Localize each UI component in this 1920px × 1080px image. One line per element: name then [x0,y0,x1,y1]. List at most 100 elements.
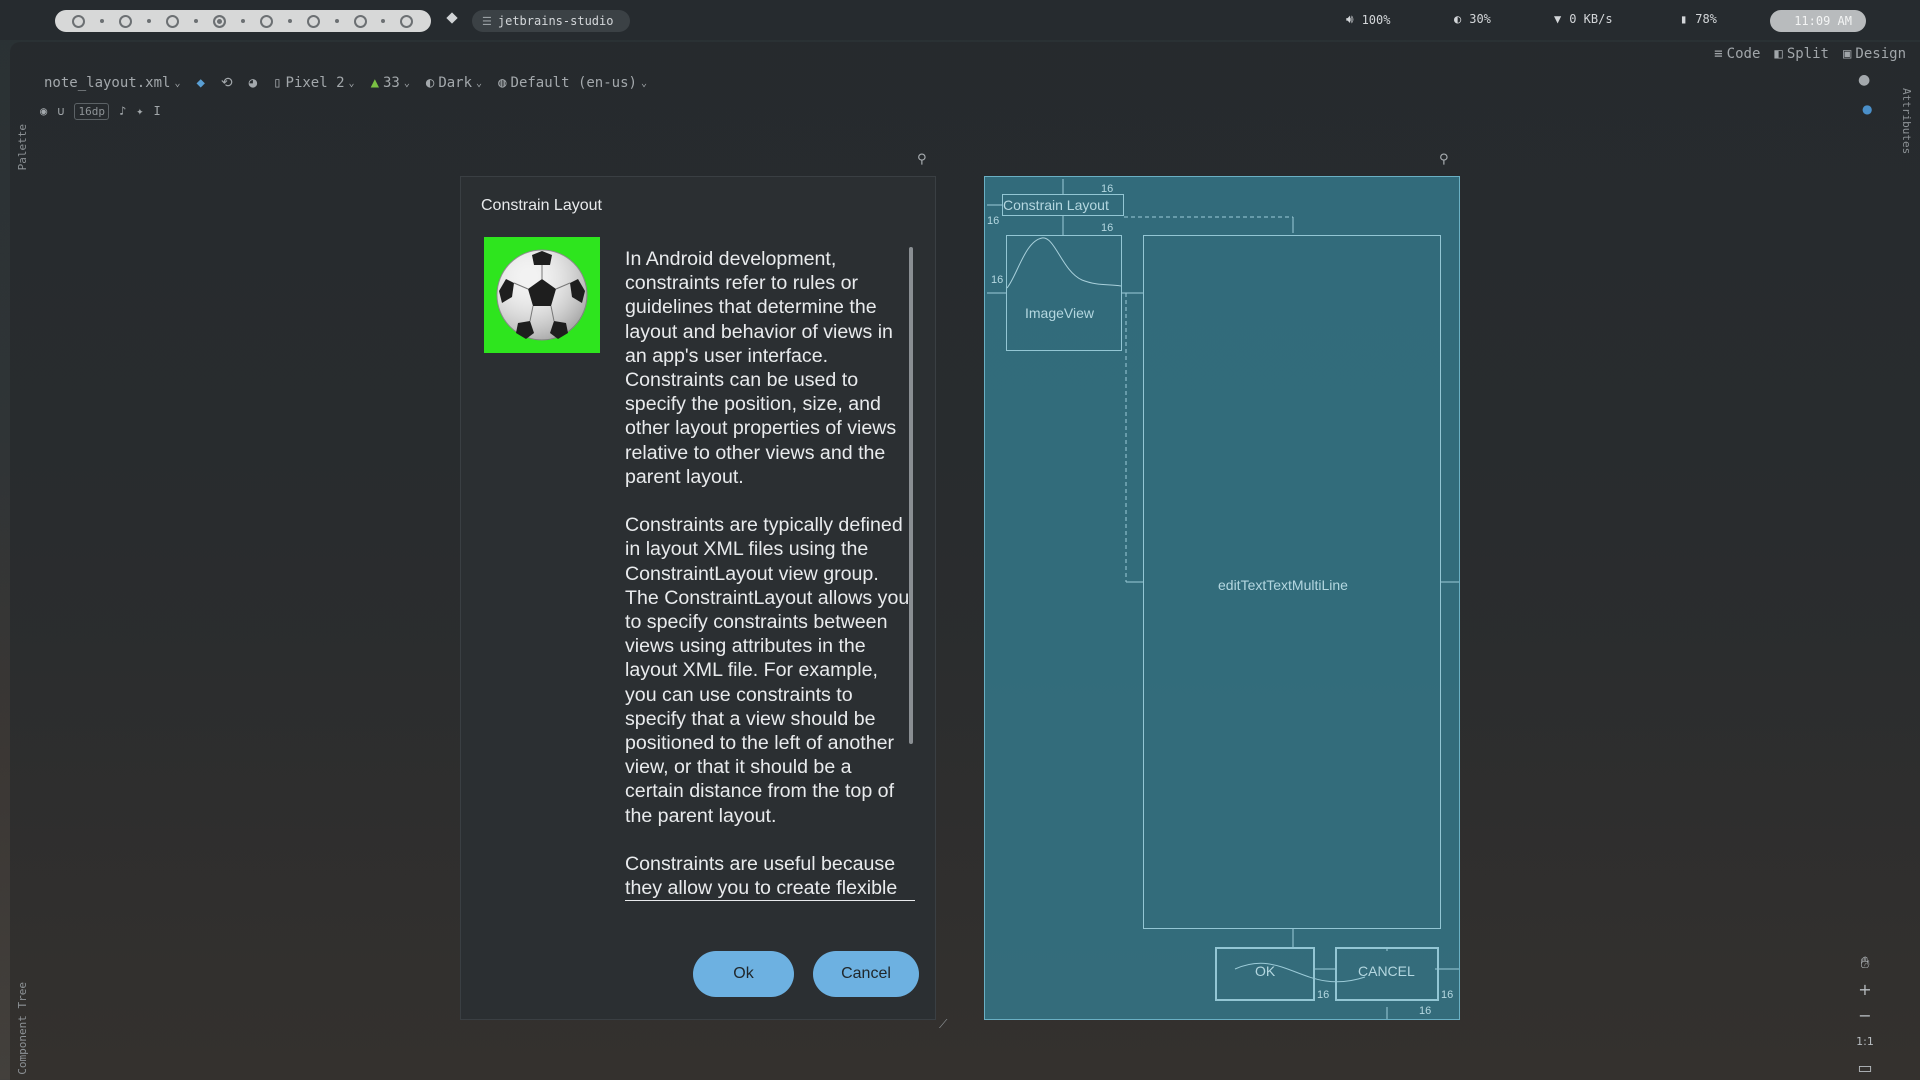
body-paragraph-3: Constraints are useful because they allo… [625,852,915,902]
warning-icon[interactable]: ● [1858,72,1870,88]
file-name: note_layout.xml [44,75,171,91]
view-mode-switcher: ≡ Code ◧ Split ▣ Design [1714,46,1906,62]
view-mode-code[interactable]: ≡ Code [1714,46,1760,62]
pan-hand-icon[interactable]: ✋︎ [1852,950,1878,976]
blueprint-title-label: Constrain Layout [1003,197,1109,213]
chevron-down-icon: ⌄ [476,77,483,89]
active-window-title[interactable]: ☰ jetbrains-studio [472,10,630,32]
margin-label: 16 [1441,989,1454,1001]
blueprint-edittext-label: editTextTextMultiLine [1218,577,1348,593]
workspace-2[interactable] [119,14,133,28]
soccer-ball-icon [496,249,588,341]
api-level: 33 [383,75,400,91]
clock[interactable]: 11:09 AM [1770,10,1866,32]
workspace-separator [240,19,245,23]
zoom-in-button[interactable]: + [1852,976,1878,1002]
margin-label: 16 [987,215,1000,227]
text-scrollbar[interactable] [909,247,913,744]
clock-time: 11:09 AM [1794,14,1852,28]
volume-indicator[interactable]: 🔊︎ 100% [1346,12,1390,27]
file-selector[interactable]: note_layout.xml ⌄ [44,75,180,91]
pin-icon[interactable]: ⚲ [917,152,927,167]
workspace-4-active[interactable] [212,14,226,28]
speaker-icon: 🔊︎ [1346,12,1354,26]
workspace-5[interactable] [259,14,273,28]
blueprint-imageview[interactable] [1006,235,1122,351]
view-mode-design[interactable]: ▣ Design [1843,46,1906,62]
view-mode-design-label: Design [1855,46,1906,62]
margin-label: 16 [1101,183,1114,195]
ok-button[interactable]: Ok [693,951,794,997]
window-title-text: jetbrains-studio [497,14,614,28]
left-tool-strip: Palette Component Tree [10,82,34,1080]
component-tree-tab[interactable]: Component Tree [16,982,29,1075]
design-preview[interactable]: Constrain Layout In Android development,… [460,176,947,1031]
workspace-separator [147,19,152,23]
magnet-icon[interactable]: ∪ [57,104,64,118]
magic-wand-icon[interactable]: ✦ [136,104,143,118]
device-selector[interactable]: ▯ Pixel 2 ⌄ [273,75,354,91]
constraint-toolbar: ◉ ∪ 16dp ♪ ✦ I [40,100,161,122]
orientation-icon[interactable]: ⟲ [221,75,233,91]
baseline-icon[interactable]: I [153,104,160,118]
resize-handle-icon[interactable]: ⟋ [939,1017,947,1032]
phone-icon: ▯ [273,75,282,91]
body-text-scroll[interactable]: In Android development, constraints refe… [625,247,915,912]
image-icon: ▣ [1842,46,1852,62]
palette-tab[interactable]: Palette [16,124,29,170]
workspace-separator [287,19,292,23]
zoom-reset-button[interactable]: 1:1 [1852,1028,1878,1054]
chevron-down-icon: ⌄ [348,77,355,89]
workspace-8[interactable] [400,14,414,28]
workspace-7[interactable] [353,14,367,28]
battery-indicator[interactable]: ▮ 78% [1680,12,1717,26]
preview-title: Constrain Layout [481,197,602,214]
api-level-selector[interactable]: ▲ 33 ⌄ [371,75,410,91]
fit-screen-icon[interactable]: ▭ [1852,1054,1878,1080]
blueprint-ok-label: OK [1255,963,1276,979]
workspace-1[interactable] [72,14,86,28]
attributes-tab[interactable]: Attributes [1900,88,1913,154]
margin-label: 16 [991,274,1004,286]
view-mode-code-label: Code [1726,46,1761,62]
globe-icon: ◍ [498,75,507,91]
help-icon[interactable]: ● [1862,102,1872,116]
blueprint-imageview-label: ImageView [1025,305,1095,321]
mountain-icon [1007,237,1121,289]
hamburger-icon: ☰ [482,14,492,28]
clear-constraints-icon[interactable]: ♪ [119,104,126,118]
layers-icon[interactable]: ◆ [196,75,204,91]
theme-selector[interactable]: ◐ Dark ⌄ [426,75,482,91]
diamond-icon [446,12,458,24]
workspace-6[interactable] [306,14,320,28]
default-margin-badge[interactable]: 16dp [74,102,109,120]
system-top-bar: ☰ jetbrains-studio 🔊︎ 100% ◐ 30% ▼ 0 KB/… [0,0,1920,40]
workspace-switcher[interactable] [55,10,431,32]
workspace-separator [100,19,105,23]
night-mode-icon[interactable]: ◕ [249,75,257,91]
margin-label: 16 [1101,222,1114,234]
locale-selector[interactable]: ◍ Default (en-us) ⌄ [498,75,647,91]
android-icon: ▲ [370,75,379,91]
blueprint-cancel-label: CANCEL [1358,963,1415,979]
blueprint-view[interactable]: Constrain Layout 16 16 16 ImageView 16 e… [984,176,1460,1020]
cancel-button[interactable]: Cancel [813,951,919,997]
battery-icon: ▮ [1680,12,1688,26]
brightness-indicator[interactable]: ◐ 30% [1454,12,1491,26]
chevron-down-icon: ⌄ [640,77,647,89]
wifi-icon: ▼ [1554,12,1562,26]
view-mode-split[interactable]: ◧ Split [1774,46,1829,62]
network-value: 0 KB/s [1569,12,1613,26]
design-toolbar: note_layout.xml ⌄ ◆ ⟲ ◕ ▯ Pixel 2 ⌄ ▲ 33… [44,72,647,94]
eye-icon[interactable]: ◉ [40,104,47,118]
brightness-value: 30% [1469,12,1491,26]
theme-name: Dark [438,75,473,91]
pin-icon[interactable]: ⚲ [1439,152,1449,167]
body-paragraph-2: Constraints are typically defined in lay… [625,514,910,827]
zoom-out-button[interactable]: − [1852,1002,1878,1028]
zoom-controls: ✋︎ + − 1:1 ▭ [1852,950,1878,1080]
workspace-3[interactable] [166,14,180,28]
battery-value: 78% [1695,12,1717,26]
network-indicator[interactable]: ▼ 0 KB/s [1554,12,1613,26]
workspace-separator [381,19,386,23]
